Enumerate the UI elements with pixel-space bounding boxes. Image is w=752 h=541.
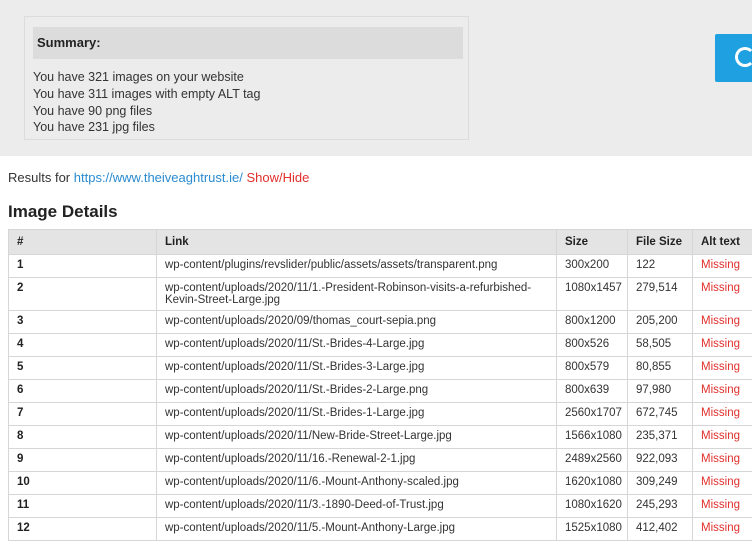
summary-band: Summary: You have 321 images on your web… [0, 0, 752, 156]
table-row: 10 wp-content/uploads/2020/11/6.-Mount-A… [9, 472, 752, 495]
column-header-size: Size [557, 230, 628, 255]
alt-status: Missing [693, 426, 752, 449]
summary-line-total-images: You have 321 images on your website [33, 69, 260, 86]
row-number: 11 [9, 495, 157, 518]
table-row: 8 wp-content/uploads/2020/11/New-Bride-S… [9, 426, 752, 449]
summary-line-jpg: You have 231 jpg files [33, 119, 260, 136]
site-url-link[interactable]: https://www.theiveaghtrust.ie/ [74, 170, 243, 185]
image-link[interactable]: wp-content/plugins/revslider/public/asse… [157, 255, 557, 278]
image-file-size: 58,505 [628, 334, 693, 357]
image-link[interactable]: wp-content/uploads/2020/11/St.-Brides-2-… [157, 380, 557, 403]
row-number: 3 [9, 311, 157, 334]
image-link[interactable]: wp-content/uploads/2020/11/New-Bride-Str… [157, 426, 557, 449]
alt-status: Missing [693, 472, 752, 495]
image-link[interactable]: wp-content/uploads/2020/11/St.-Brides-1-… [157, 403, 557, 426]
image-dimensions: 300x200 [557, 255, 628, 278]
row-number: 5 [9, 357, 157, 380]
refresh-icon [735, 47, 752, 67]
image-file-size: 122 [628, 255, 693, 278]
row-number: 4 [9, 334, 157, 357]
image-file-size: 205,200 [628, 311, 693, 334]
row-number: 12 [9, 518, 157, 541]
image-file-size: 279,514 [628, 278, 693, 311]
image-dimensions: 2489x2560 [557, 449, 628, 472]
image-dimensions: 1525x1080 [557, 518, 628, 541]
show-hide-toggle[interactable]: Show/Hide [246, 170, 309, 185]
image-link[interactable]: wp-content/uploads/2020/11/5.-Mount-Anth… [157, 518, 557, 541]
image-link[interactable]: wp-content/uploads/2020/11/St.-Brides-3-… [157, 357, 557, 380]
image-file-size: 672,745 [628, 403, 693, 426]
image-file-size: 922,093 [628, 449, 693, 472]
row-number: 6 [9, 380, 157, 403]
alt-status: Missing [693, 357, 752, 380]
table-row: 11 wp-content/uploads/2020/11/3.-1890-De… [9, 495, 752, 518]
image-dimensions: 800x639 [557, 380, 628, 403]
table-row: 9 wp-content/uploads/2020/11/16.-Renewal… [9, 449, 752, 472]
column-header-alt-text: Alt text [693, 230, 752, 255]
image-dimensions: 800x1200 [557, 311, 628, 334]
image-details-table: # Link Size File Size Alt text 1 wp-cont… [8, 229, 752, 541]
image-file-size: 309,249 [628, 472, 693, 495]
alt-status: Missing [693, 380, 752, 403]
image-link[interactable]: wp-content/uploads/2020/11/16.-Renewal-2… [157, 449, 557, 472]
results-prefix: Results for [8, 170, 70, 185]
column-header-link: Link [157, 230, 557, 255]
image-link[interactable]: wp-content/uploads/2020/11/3.-1890-Deed-… [157, 495, 557, 518]
alt-status: Missing [693, 255, 752, 278]
row-number: 9 [9, 449, 157, 472]
row-number: 2 [9, 278, 157, 311]
image-file-size: 97,980 [628, 380, 693, 403]
alt-status: Missing [693, 403, 752, 426]
row-number: 10 [9, 472, 157, 495]
image-dimensions: 1620x1080 [557, 472, 628, 495]
image-file-size: 235,371 [628, 426, 693, 449]
image-details-heading: Image Details [8, 202, 118, 222]
alt-status: Missing [693, 495, 752, 518]
table-row: 4 wp-content/uploads/2020/11/St.-Brides-… [9, 334, 752, 357]
image-file-size: 80,855 [628, 357, 693, 380]
alt-status: Missing [693, 518, 752, 541]
table-row: 3 wp-content/uploads/2020/09/thomas_cour… [9, 311, 752, 334]
image-file-size: 245,293 [628, 495, 693, 518]
summary-lines: You have 321 images on your website You … [33, 69, 260, 136]
image-link[interactable]: wp-content/uploads/2020/11/St.-Brides-4-… [157, 334, 557, 357]
summary-line-png: You have 90 png files [33, 103, 260, 120]
row-number: 7 [9, 403, 157, 426]
table-row: 1 wp-content/plugins/revslider/public/as… [9, 255, 752, 278]
image-dimensions: 1566x1080 [557, 426, 628, 449]
results-line: Results for https://www.theiveaghtrust.i… [8, 170, 309, 185]
image-dimensions: 2560x1707 [557, 403, 628, 426]
summary-line-empty-alt: You have 311 images with empty ALT tag [33, 86, 260, 103]
column-header-number: # [9, 230, 157, 255]
table-row: 6 wp-content/uploads/2020/11/St.-Brides-… [9, 380, 752, 403]
table-row: 2 wp-content/uploads/2020/11/1.-Presiden… [9, 278, 752, 311]
image-link[interactable]: wp-content/uploads/2020/11/6.-Mount-Anth… [157, 472, 557, 495]
image-dimensions: 1080x1620 [557, 495, 628, 518]
image-link[interactable]: wp-content/uploads/2020/09/thomas_court-… [157, 311, 557, 334]
row-number: 1 [9, 255, 157, 278]
alt-status: Missing [693, 311, 752, 334]
refresh-button[interactable] [715, 34, 752, 82]
image-dimensions: 800x526 [557, 334, 628, 357]
image-link[interactable]: wp-content/uploads/2020/11/1.-President-… [157, 278, 557, 311]
row-number: 8 [9, 426, 157, 449]
summary-title: Summary: [33, 27, 463, 59]
summary-box: Summary: You have 321 images on your web… [24, 16, 469, 140]
table-row: 7 wp-content/uploads/2020/11/St.-Brides-… [9, 403, 752, 426]
image-file-size: 412,402 [628, 518, 693, 541]
image-dimensions: 800x579 [557, 357, 628, 380]
table-row: 5 wp-content/uploads/2020/11/St.-Brides-… [9, 357, 752, 380]
alt-status: Missing [693, 334, 752, 357]
table-row: 12 wp-content/uploads/2020/11/5.-Mount-A… [9, 518, 752, 541]
table-header-row: # Link Size File Size Alt text [9, 230, 752, 255]
alt-status: Missing [693, 278, 752, 311]
image-dimensions: 1080x1457 [557, 278, 628, 311]
column-header-file-size: File Size [628, 230, 693, 255]
alt-status: Missing [693, 449, 752, 472]
